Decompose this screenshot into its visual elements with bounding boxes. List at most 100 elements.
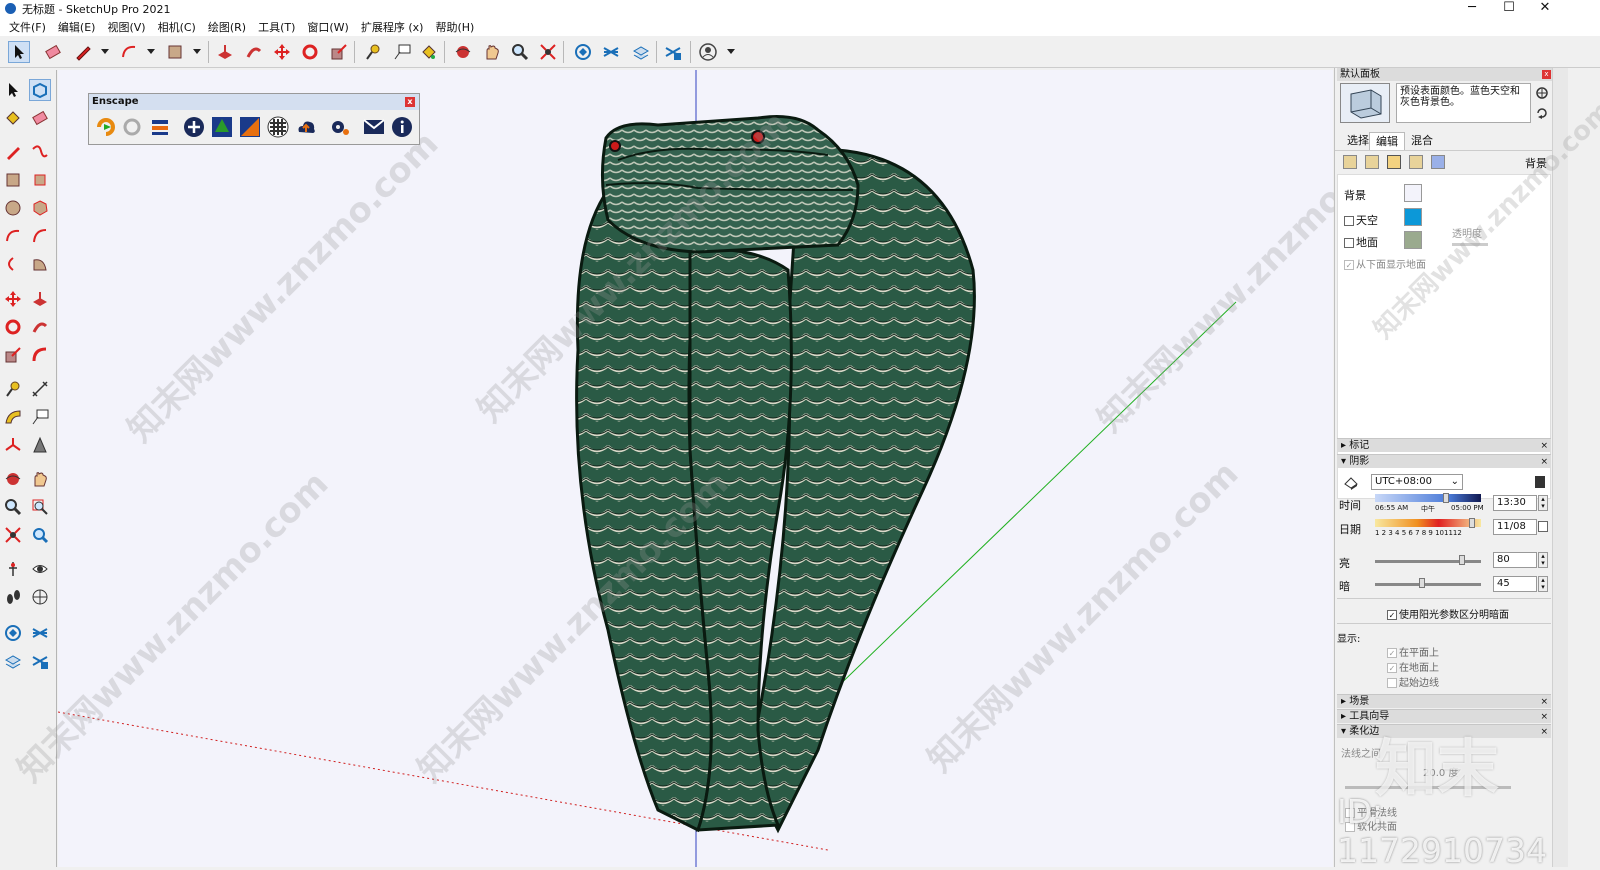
dark-spinner[interactable]: ▴ ▾ [1538, 576, 1548, 592]
tags-section-close[interactable]: × [1540, 439, 1548, 453]
face-settings-icon[interactable] [1365, 155, 1379, 169]
menu-tools[interactable]: 工具(T) [252, 19, 301, 35]
text-tool-icon[interactable] [391, 41, 413, 63]
layout-send-icon[interactable] [2, 650, 24, 672]
previous-view-tool-icon[interactable] [29, 524, 51, 546]
menu-draw[interactable]: 绘图(R) [202, 19, 252, 35]
layout-send-icon[interactable] [630, 41, 652, 63]
enscape-feedback-icon[interactable] [361, 114, 387, 140]
ground-checkbox[interactable] [1344, 238, 1354, 248]
time-slider-thumb[interactable] [1443, 493, 1449, 503]
tab-mix[interactable]: 混合 [1405, 132, 1439, 150]
on-ground-option[interactable]: ✓ 在地面上 [1387, 659, 1439, 674]
enscape-sync-icon[interactable] [119, 114, 145, 140]
date-field[interactable]: 11/08 [1493, 519, 1537, 535]
pie-tool-icon[interactable] [29, 253, 51, 275]
3d-text-tool-icon[interactable] [29, 434, 51, 456]
tray-scrollbar[interactable] [1552, 68, 1568, 867]
walk-tool-icon[interactable] [2, 586, 24, 608]
orbit-tool-icon[interactable] [2, 468, 24, 490]
modeling-settings-icon[interactable] [1431, 155, 1445, 169]
chevron-down-icon[interactable] [720, 41, 742, 63]
rotate-tool-icon[interactable] [299, 41, 321, 63]
zoom-extents-tool-icon[interactable] [2, 524, 24, 546]
dark-slider-thumb[interactable] [1419, 578, 1425, 588]
scene-canvas[interactable] [58, 70, 1333, 867]
background-settings-icon[interactable] [1387, 155, 1401, 169]
tags-section-header[interactable]: ▸ 标记 × [1337, 438, 1551, 452]
dimension-tool-icon[interactable] [29, 378, 51, 400]
freehand-tool-icon[interactable] [29, 141, 51, 163]
warehouse-icon[interactable] [2, 622, 24, 644]
scenes-section-header[interactable]: ▸ 场景 × [1337, 694, 1551, 708]
tab-edit[interactable]: 编辑 [1369, 132, 1405, 150]
zoom-tool-icon[interactable] [509, 41, 531, 63]
background-color-swatch[interactable] [1404, 184, 1422, 202]
extension-warehouse-icon[interactable] [600, 41, 622, 63]
shadow-toggle-icon[interactable] [1343, 474, 1359, 493]
timezone-select[interactable]: UTC+08:00 ⌄ [1371, 474, 1463, 490]
chevron-down-icon[interactable] [140, 41, 162, 63]
menu-extensions[interactable]: 扩展程序 (x) [355, 19, 430, 35]
tape-measure-tool-icon[interactable] [2, 378, 24, 400]
shadows-section-header[interactable]: ▾ 阴影 × [1337, 454, 1551, 468]
light-spinner[interactable]: ▴ ▾ [1538, 552, 1548, 568]
select-tool-icon[interactable] [2, 79, 24, 101]
look-around-tool-icon[interactable] [29, 558, 51, 580]
watermark-settings-icon[interactable] [1409, 155, 1423, 169]
transparency-slider[interactable] [1452, 243, 1488, 246]
model-viewport[interactable] [58, 70, 1333, 867]
protractor-tool-icon[interactable] [2, 406, 24, 428]
shadows-section-close[interactable]: × [1540, 455, 1548, 469]
tape-measure-tool-icon[interactable] [362, 41, 384, 63]
two-point-arc-tool-icon[interactable] [29, 225, 51, 247]
enscape-upload-icon[interactable] [293, 114, 319, 140]
account-icon[interactable] [697, 41, 719, 63]
orbit-tool-icon[interactable] [452, 41, 474, 63]
section-plane-tool-icon[interactable] [29, 586, 51, 608]
extension-manager-icon[interactable] [662, 41, 684, 63]
dark-slider[interactable] [1375, 583, 1481, 586]
follow-me-tool-icon[interactable] [29, 316, 51, 338]
move-tool-icon[interactable] [2, 288, 24, 310]
circle-tool-icon[interactable] [2, 197, 24, 219]
axes-tool-icon[interactable] [2, 434, 24, 456]
use-sun-option[interactable]: ✓ 使用阳光参数区分明暗面 [1387, 606, 1509, 621]
enscape-visual-settings-icon[interactable] [265, 114, 291, 140]
arc-tool-icon[interactable] [2, 225, 24, 247]
enscape-title[interactable]: Enscape x [89, 94, 419, 110]
sky-option[interactable]: 天空 [1344, 212, 1378, 228]
extension-manager-icon[interactable] [29, 650, 51, 672]
minimize-button[interactable]: ─ [1455, 0, 1489, 17]
ground-color-swatch[interactable] [1404, 231, 1422, 249]
rectangle-tool-icon[interactable] [2, 169, 24, 191]
instructor-section-close[interactable]: × [1540, 710, 1548, 724]
menu-window[interactable]: 窗口(W) [301, 19, 354, 35]
rectangle-tool-icon[interactable] [164, 41, 186, 63]
time-spinner[interactable]: ▴ ▾ [1538, 495, 1548, 511]
scale-tool-icon[interactable] [328, 41, 350, 63]
light-slider[interactable] [1375, 560, 1481, 563]
chevron-down-icon[interactable] [186, 41, 208, 63]
make-component-tool-icon[interactable] [29, 79, 51, 101]
menu-file[interactable]: 文件(F) [3, 19, 52, 35]
offset-tool-icon[interactable] [29, 344, 51, 366]
warehouse-icon[interactable] [572, 41, 594, 63]
light-slider-thumb[interactable] [1459, 555, 1465, 565]
sky-color-swatch[interactable] [1404, 208, 1422, 226]
pan-tool-icon[interactable] [481, 41, 503, 63]
text-tool-icon[interactable] [29, 406, 51, 428]
chevron-down-icon[interactable] [94, 41, 116, 63]
zoom-tool-icon[interactable] [2, 496, 24, 518]
scenes-section-close[interactable]: × [1540, 695, 1548, 709]
menu-edit[interactable]: 编辑(E) [52, 19, 102, 35]
enscape-add-icon[interactable] [181, 114, 207, 140]
extension-warehouse-icon[interactable] [29, 622, 51, 644]
enscape-settings-icon[interactable] [327, 114, 353, 140]
menu-camera[interactable]: 相机(C) [152, 19, 202, 35]
shadow-details-icon[interactable] [1535, 476, 1545, 488]
soften-section-close[interactable]: × [1540, 725, 1548, 739]
polygon-tool-icon[interactable] [29, 197, 51, 219]
menu-view[interactable]: 视图(V) [101, 19, 151, 35]
rotated-rectangle-tool-icon[interactable] [29, 169, 51, 191]
